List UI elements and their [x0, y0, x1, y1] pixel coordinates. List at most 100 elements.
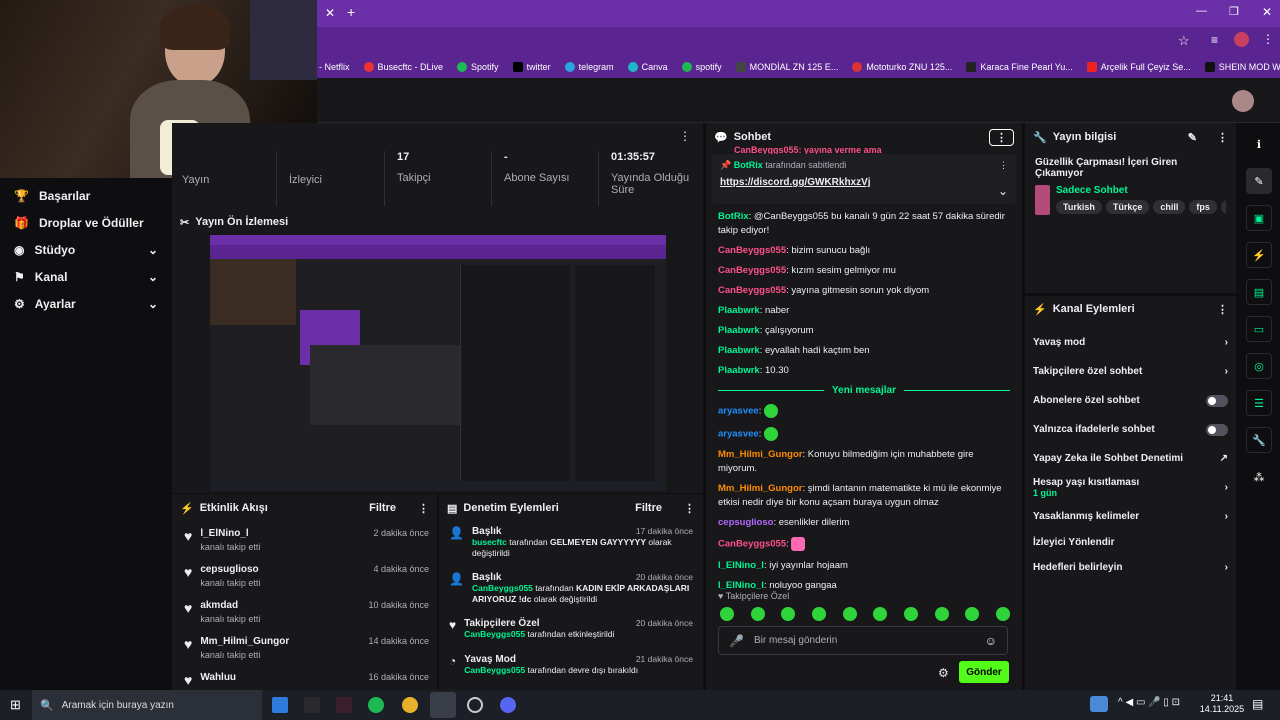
setting-banned-words[interactable]: Yasaklanmış kelimeler › [1025, 500, 1236, 533]
share-icon[interactable]: ⁂ [1246, 464, 1272, 490]
mod-action-item[interactable]: 👤 Başlık 17 dakika önce busecftc tarafında… [439, 522, 703, 568]
more-options-icon[interactable]: ⋮ [679, 129, 691, 143]
media-icon[interactable]: ≡ [1211, 33, 1218, 47]
bookmark[interactable]: s - Netflix [312, 62, 350, 72]
layers-icon[interactable]: ☰ [1246, 390, 1272, 416]
app-icon[interactable] [467, 697, 483, 713]
emote-icon[interactable] [995, 607, 1010, 621]
emote-icon[interactable] [873, 607, 888, 621]
chevron-down-icon[interactable]: ⌄ [998, 184, 1008, 198]
nav-ayarlar[interactable]: ⚙ Ayarlar ⌄ [0, 290, 172, 317]
bookmark[interactable]: twitter [512, 61, 551, 72]
wrench-icon[interactable]: 🔧 [1246, 427, 1272, 453]
list-item[interactable]: ♥ Wahluu 16 dakika önce [172, 666, 437, 690]
tag[interactable]: chill [1153, 200, 1186, 214]
more-options-icon[interactable]: ⋮ [418, 502, 429, 515]
spotify-icon[interactable] [368, 697, 384, 713]
microphone-icon[interactable]: 🎤 [729, 634, 744, 648]
notification-icon[interactable]: ▤ [1252, 697, 1263, 711]
setting-emote-only[interactable]: Yalnızca ifadelerle sohbet [1025, 417, 1236, 442]
filter-button[interactable]: Filtre [369, 502, 396, 514]
close-window-icon[interactable]: ✕ [1262, 5, 1272, 19]
stream-preview-video[interactable] [210, 235, 666, 491]
filter-button[interactable]: Filtre [635, 502, 662, 514]
emote-icon[interactable] [720, 607, 734, 621]
chrome-active-icon[interactable] [430, 692, 456, 718]
setting-goals[interactable]: Hedefleri belirleyin › [1025, 551, 1236, 584]
more-options-icon[interactable]: ⋮ [1217, 303, 1228, 316]
clock[interactable]: 21:41 14.11.2025 [1198, 693, 1246, 715]
bookmark[interactable]: MONDİAL ZN 125 E... [735, 61, 838, 72]
emote-icon[interactable] [842, 607, 857, 621]
bookmark[interactable]: Canva [627, 61, 668, 72]
toggle[interactable] [1206, 394, 1228, 407]
tag[interactable]: fps [1189, 200, 1217, 214]
new-tab-icon[interactable]: + [347, 4, 355, 20]
mod-action-item[interactable]: ◔ Yavaş Mod 21 dakika önce CanBeyggs055 ta… [439, 650, 703, 686]
setting-slow-mode[interactable]: Yavaş mod › [1025, 326, 1236, 359]
bookmark[interactable]: Busecftc - DLive [363, 61, 443, 72]
emoji-icon[interactable]: ☺ [985, 634, 997, 648]
bookmark[interactable]: telegram [564, 61, 614, 72]
bookmark[interactable]: spotify [681, 61, 722, 72]
setting-account-age[interactable]: Hesap yaşı kısıtlaması 1 gün › [1025, 475, 1236, 500]
app-icon[interactable] [336, 697, 352, 713]
list-item[interactable]: ♥ l_ElNino_l kanalı takip etti 2 dakika önc… [172, 522, 437, 558]
edit-icon[interactable]: ✎ [1188, 131, 1197, 144]
category-link[interactable]: Sadece Sohbet [1056, 185, 1226, 196]
setting-subscribers-only[interactable]: Abonelere özel sohbet [1025, 384, 1236, 417]
weather-icon[interactable] [1090, 696, 1108, 712]
minimize-icon[interactable]: — [1196, 5, 1207, 17]
chat-input[interactable]: 🎤 Bir mesaj gönderin ☺ [718, 626, 1008, 655]
tag[interactable]: Turkish [1056, 200, 1102, 214]
pinned-message[interactable]: 📌 BotRix tarafından sabitlendi ⋮ https://… [712, 154, 1016, 204]
emote-icon[interactable] [811, 607, 826, 621]
mod-action-item[interactable]: 👤 Başlık 20 dakika önce CanBeyggs055 taraf… [439, 568, 703, 614]
more-options-icon[interactable]: ⋮ [999, 160, 1008, 171]
profile-avatar[interactable] [1234, 32, 1249, 47]
pinned-link[interactable]: https://discord.gg/GWKRkhxzVj [720, 177, 1008, 188]
more-options-icon[interactable]: ⋮ [684, 502, 695, 515]
emote-icon[interactable] [781, 607, 796, 621]
setting-followers-only[interactable]: Takipçilere özel sohbet › [1025, 359, 1236, 384]
chrome-icon[interactable] [402, 697, 418, 713]
toggle[interactable] [1206, 423, 1228, 436]
emote-icon[interactable] [750, 607, 765, 621]
restore-icon[interactable]: ❐ [1229, 5, 1239, 18]
system-tray-icons[interactable]: ^ ◀ ▭ 🎤 ▯ ⊡ [1118, 697, 1180, 708]
menu-icon[interactable]: ⋮ [1262, 32, 1274, 46]
setting-redirect[interactable]: İzleyici Yönlendir [1025, 533, 1236, 551]
send-button[interactable]: Gönder [959, 661, 1009, 683]
more-options-icon[interactable]: ⋮ [1217, 131, 1228, 144]
emote-icon[interactable] [934, 607, 949, 621]
windows-start-icon[interactable]: ⊞ [10, 697, 21, 713]
clip-icon[interactable]: ▣ [1246, 205, 1272, 231]
nav-kanal[interactable]: ⚑ Kanal ⌄ [0, 263, 172, 290]
taskbar-search[interactable]: 🔍 Aramak için buraya yazın [32, 690, 262, 720]
app-icon[interactable] [272, 697, 288, 713]
bookmark[interactable]: Arçelik Full Çeyiz Se... [1086, 61, 1191, 72]
bookmark[interactable]: SHEIN MOD Wome... [1204, 61, 1280, 72]
setting-ai-moderation[interactable]: Yapay Zeka ile Sohbet Denetimi ↗ [1025, 442, 1236, 475]
bookmark-star-icon[interactable]: ☆ [1178, 33, 1190, 49]
bookmark[interactable]: Karaca Fine Pearl Yu... [966, 61, 1073, 72]
bookmark[interactable]: Mototurko ZNU 125... [852, 61, 952, 72]
lightning-icon[interactable]: ⚡ [1246, 242, 1272, 268]
mod-action-item[interactable]: ♥ Takipçilere Özel 20 dakika önce CanBeygg… [439, 614, 703, 650]
nav-basarilar[interactable]: 🏆 Başarılar [0, 182, 172, 209]
tag[interactable]: Türkçe [1105, 200, 1150, 214]
category-thumbnail[interactable] [1035, 185, 1050, 215]
document-icon[interactable]: ▤ [1246, 279, 1272, 305]
bookmark[interactable]: Spotify [457, 61, 499, 72]
chat-icon[interactable]: ▭ [1246, 316, 1272, 342]
broadcast-icon[interactable]: ◎ [1246, 353, 1272, 379]
discord-icon[interactable] [500, 697, 516, 713]
list-item[interactable]: ♥ cepsuglioso kanalı takip etti 4 dakika ön… [172, 558, 437, 594]
app-icon[interactable] [304, 697, 320, 713]
tag[interactable]: fu [1220, 200, 1226, 214]
nav-droplar[interactable]: 🎁 Droplar ve Ödüller [0, 209, 172, 236]
user-avatar[interactable] [1232, 90, 1254, 112]
close-tab-icon[interactable]: ✕ [325, 6, 335, 20]
emote-icon[interactable] [965, 607, 980, 621]
list-item[interactable]: ♥ Mm_Hilmi_Gungor kanalı takip etti 14 daki… [172, 630, 437, 666]
